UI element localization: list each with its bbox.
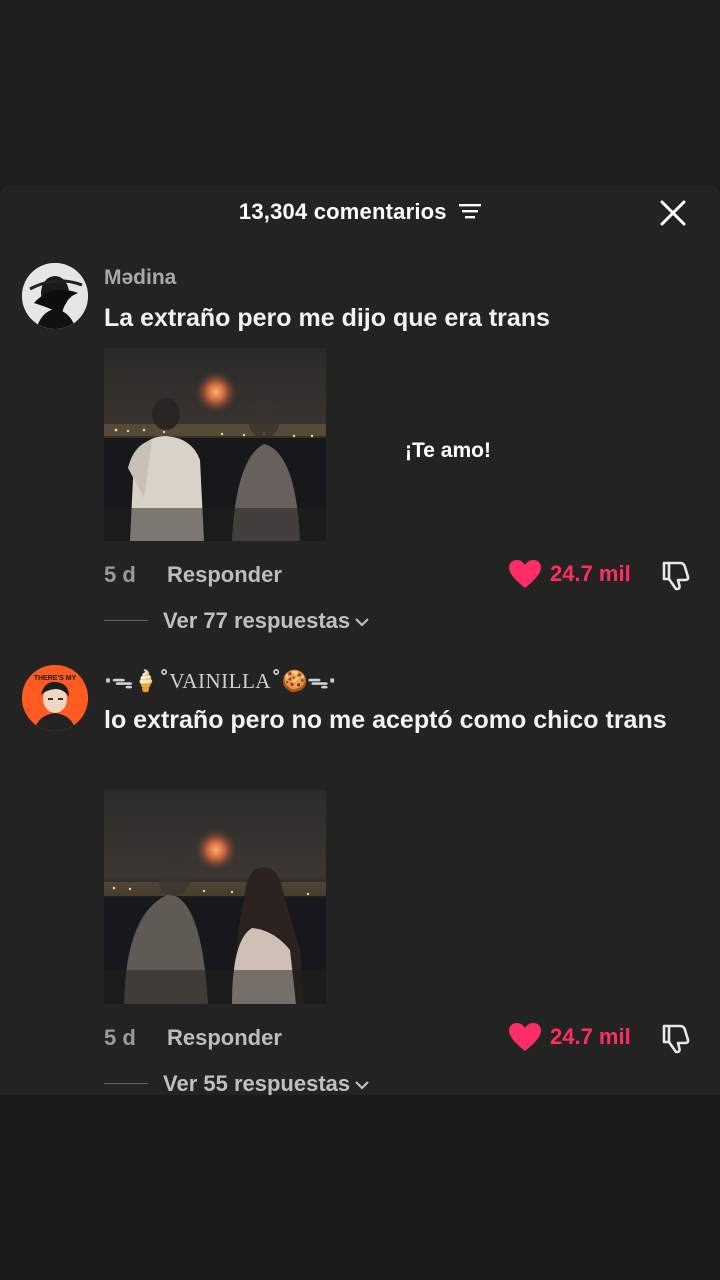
reply-button[interactable]: Responder (167, 562, 282, 588)
replies-divider (104, 620, 148, 621)
reply-button[interactable]: Responder (167, 1025, 282, 1051)
view-replies-button[interactable]: Ver 55 respuestas (163, 1071, 370, 1095)
comment-time: 5 d (104, 562, 136, 587)
comment-username[interactable]: Mədina (104, 266, 176, 290)
avatar[interactable]: THERE'S MY (22, 665, 88, 731)
like-count: 24.7 mil (550, 561, 631, 586)
view-replies-button[interactable]: Ver 77 respuestas (163, 608, 370, 634)
heart-icon (509, 560, 541, 588)
filter-icon[interactable] (459, 200, 482, 226)
comments-header: 13,304 comentarios (0, 199, 720, 226)
comment-username[interactable]: ·ᯓ🍦˚VAINILLA˚🍪ᯓ· (104, 667, 336, 695)
like-count: 24.7 mil (550, 1024, 631, 1049)
top-backdrop (0, 0, 720, 185)
like-button[interactable]: 24.7 mil (508, 1022, 631, 1052)
like-button[interactable]: 24.7 mil (508, 559, 631, 589)
heart-icon (509, 1023, 541, 1051)
dislike-icon[interactable] (660, 1022, 692, 1054)
comment-photo[interactable] (104, 348, 326, 541)
comment-photo[interactable] (104, 790, 326, 1004)
comment-text: lo extraño pero no me aceptó como chico … (104, 706, 667, 734)
comments-count-title: 13,304 comentarios (238, 199, 447, 224)
comments-sheet: 13,304 comentarios Mədina La extraño per… (0, 185, 720, 1095)
close-icon[interactable] (660, 200, 686, 226)
chevron-down-icon (355, 618, 369, 627)
avatar-badge-text: THERE'S MY (34, 675, 77, 682)
overlay-sticker-text: ¡Te amo! (405, 439, 491, 462)
username-name: VAINILLA (169, 669, 271, 693)
username-suffix: ˚🍪ᯓ· (270, 669, 337, 693)
username-prefix: ·ᯓ🍦˚ (104, 669, 170, 693)
bottom-backdrop (0, 1095, 720, 1280)
chevron-down-icon (355, 1081, 369, 1090)
avatar[interactable] (22, 263, 88, 329)
view-replies-label: Ver 55 respuestas (163, 1071, 351, 1095)
replies-divider (104, 1083, 148, 1084)
comment-text: La extraño pero me dijo que era trans (104, 304, 550, 332)
view-replies-label: Ver 77 respuestas (163, 608, 351, 633)
comment-time: 5 d (104, 1025, 136, 1050)
dislike-icon[interactable] (660, 559, 692, 591)
